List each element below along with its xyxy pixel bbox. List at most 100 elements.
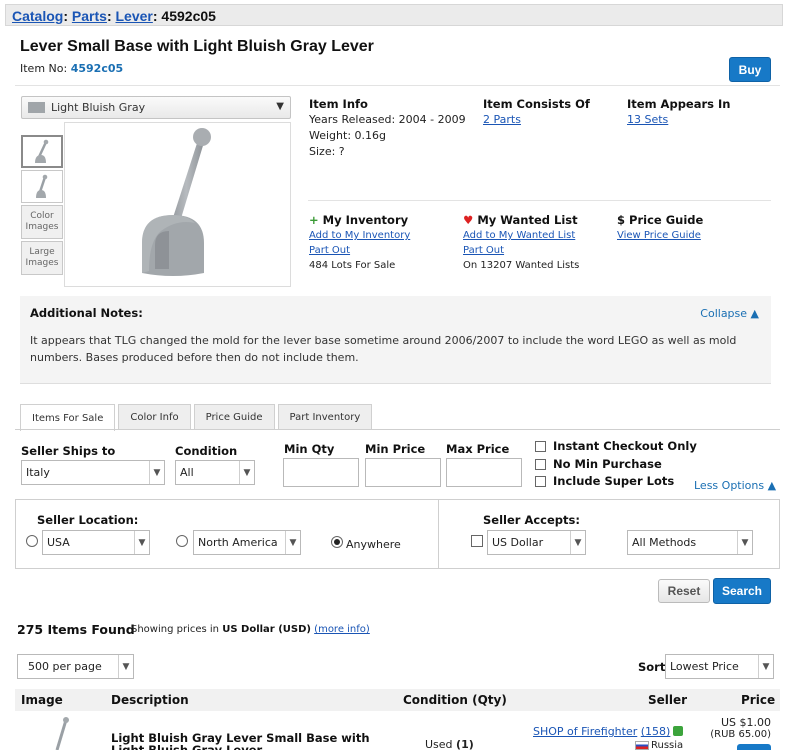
payment-methods-select[interactable]: All Methods ▼ [627, 530, 753, 555]
chevron-down-icon: ▼ [134, 531, 149, 554]
large-images-button[interactable]: Large Images [21, 241, 63, 275]
item-number: Item No: 4592c05 [20, 62, 123, 75]
condition-select[interactable]: All ▼ [175, 460, 255, 485]
collapse-button[interactable]: Collapse ▲ [700, 307, 759, 320]
row-price-local: (RUB 65.00) [710, 729, 771, 740]
row-price-usd: US $1.00 [720, 716, 771, 729]
no-min-purchase-checkbox[interactable]: No Min Purchase [535, 457, 662, 471]
location-region-select[interactable]: North America ▼ [193, 530, 301, 555]
color-swatch [28, 102, 45, 113]
years-released: Years Released: 2004 - 2009 [309, 113, 466, 126]
add-to-inventory-link[interactable]: Add to My Inventory [309, 228, 410, 243]
plus-icon: + [309, 213, 319, 227]
ships-to-value: Italy [26, 466, 50, 479]
thumbnail-1[interactable] [21, 135, 63, 168]
wanted-count: On 13207 Wanted Lists [463, 260, 580, 271]
currency-select[interactable]: US Dollar ▼ [487, 530, 586, 555]
color-select-value: Light Bluish Gray [51, 101, 146, 114]
seller-link[interactable]: SHOP of Firefighter [533, 725, 637, 738]
no-min-purchase-label: No Min Purchase [553, 457, 662, 471]
wanted-part-out-link[interactable]: Part Out [463, 243, 579, 258]
item-number-label: Item No: [20, 62, 68, 75]
results-table-header: Image Description Condition (Qty) Seller… [15, 689, 780, 711]
tab-items-for-sale[interactable]: Items For Sale [20, 404, 116, 431]
tab-price-guide[interactable]: Price Guide [193, 404, 275, 430]
seller-country-name: Russia [651, 740, 684, 750]
notes-body: It appears that TLG changed the mold for… [30, 334, 737, 364]
location-region-radio[interactable] [176, 535, 188, 547]
appears-title: Item Appears In [627, 97, 731, 111]
location-country-radio[interactable] [26, 535, 38, 547]
ships-to-label: Seller Ships to [21, 444, 116, 458]
row-description[interactable]: Light Bluish Gray Lever Small Base with … [111, 732, 381, 750]
notes-title: Additional Notes: [30, 306, 143, 320]
chevron-down-icon: ▼ [239, 461, 254, 484]
lots-for-sale: 484 Lots For Sale [309, 260, 396, 271]
ships-to-select[interactable]: Italy ▼ [21, 460, 165, 485]
tab-color-info[interactable]: Color Info [118, 404, 191, 430]
sort-select[interactable]: Lowest Price ▼ [665, 654, 774, 679]
currency-checkbox[interactable] [471, 535, 483, 547]
my-wanted-list: ♥ My Wanted List Add to My Wanted List P… [463, 213, 579, 273]
min-qty-input[interactable] [283, 458, 359, 487]
consists-link[interactable]: 2 Parts [483, 112, 590, 128]
item-number-link[interactable]: 4592c05 [71, 62, 123, 75]
row-qty: (1) [456, 738, 474, 750]
color-select[interactable]: Light Bluish Gray ▼ [21, 96, 291, 119]
divider [15, 429, 780, 430]
include-super-lots-label: Include Super Lots [553, 474, 675, 488]
thumbnail-list: Color Images Large Images [21, 135, 65, 277]
chevron-down-icon: ▼ [737, 531, 752, 554]
caret-down-icon: ▼ [276, 101, 284, 112]
breadcrumb-lever[interactable]: Lever [116, 8, 153, 24]
inventory-part-out-link[interactable]: Part Out [309, 243, 410, 258]
add-to-wanted-link[interactable]: Add to My Wanted List [463, 228, 579, 243]
divider [438, 500, 439, 568]
per-page-value: 500 per page [28, 660, 102, 673]
include-super-lots-checkbox[interactable]: Include Super Lots [535, 474, 674, 488]
currency-value: US Dollar [492, 536, 544, 549]
showing-prefix: Showing prices in [131, 624, 220, 635]
column-image: Image [21, 693, 63, 707]
more-info-link[interactable]: (more info) [314, 624, 370, 635]
price-guide: $ Price Guide View Price Guide [617, 213, 703, 243]
color-images-button[interactable]: Color Images [21, 205, 63, 239]
main-item-image [64, 122, 291, 287]
store-icon [673, 726, 684, 736]
min-price-input[interactable] [365, 458, 441, 487]
max-price-input[interactable] [446, 458, 522, 487]
instant-checkout-checkbox[interactable]: Instant Checkout Only [535, 439, 697, 453]
location-country-value: USA [47, 536, 70, 549]
chevron-down-icon: ▼ [285, 531, 300, 554]
buy-button[interactable]: Buy [729, 57, 771, 82]
thumbnail-2[interactable] [21, 170, 63, 203]
condition-value: All [180, 466, 194, 479]
divider [308, 200, 771, 201]
breadcrumb-catalog[interactable]: Catalog [12, 8, 63, 24]
condition-label: Condition [175, 444, 238, 458]
column-seller: Seller [648, 693, 688, 707]
row-price: US $1.00 (RUB 65.00) [710, 717, 771, 741]
checkbox-icon [535, 475, 546, 487]
lever-thumb-icon [36, 174, 48, 198]
breadcrumb-parts[interactable]: Parts [72, 8, 107, 24]
column-price: Price [741, 693, 776, 707]
per-page-select[interactable]: 500 per page ▼ [17, 654, 134, 679]
location-country-select[interactable]: USA ▼ [42, 530, 150, 555]
seller-feedback-link[interactable]: (158) [641, 725, 671, 738]
row-condition: Used (1) [425, 738, 474, 750]
tab-part-inventory[interactable]: Part Inventory [277, 404, 373, 430]
chevron-down-icon: ▼ [570, 531, 585, 554]
appears-link[interactable]: 13 Sets [627, 112, 730, 128]
reset-button[interactable]: Reset [658, 579, 710, 603]
row-buy-button[interactable] [737, 744, 771, 750]
results-count: 275 Items Found [17, 622, 135, 637]
search-button[interactable]: Search [713, 578, 771, 604]
less-options-link[interactable]: Less Options ▲ [694, 479, 776, 492]
row-condition-value: Used [425, 738, 453, 750]
location-region-value: North America [198, 536, 278, 549]
sort-value: Lowest Price [670, 660, 739, 673]
location-anywhere-radio[interactable] [331, 536, 343, 548]
item-thumbnail[interactable] [39, 716, 79, 750]
view-price-guide-link[interactable]: View Price Guide [617, 228, 703, 243]
